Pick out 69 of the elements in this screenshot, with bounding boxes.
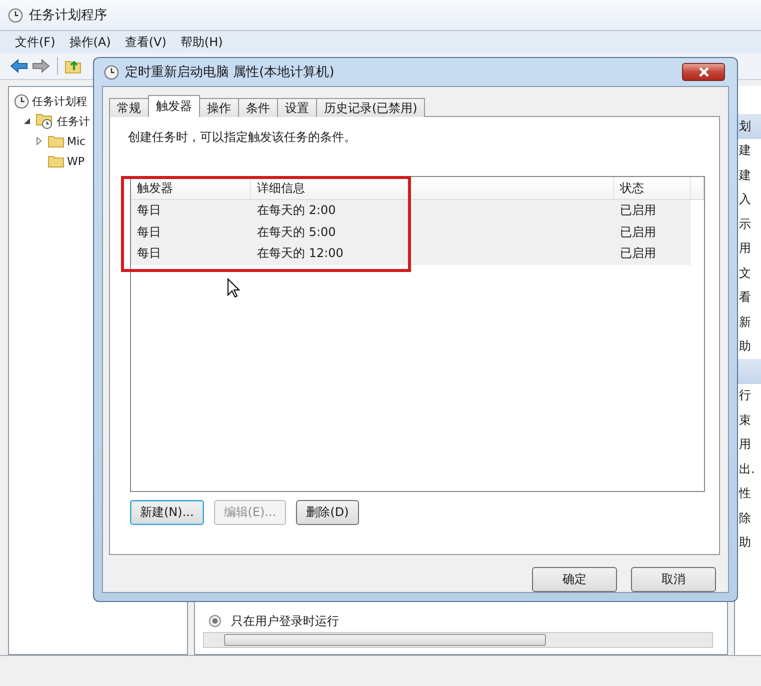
table-cell: 在每天的 5:00 [257, 224, 336, 241]
table-cell: 已启用 [620, 202, 656, 220]
radio-button[interactable] [209, 615, 221, 627]
cursor-icon [227, 278, 240, 298]
clock-folder-icon [36, 113, 54, 129]
tab[interactable]: 操作 [199, 98, 239, 117]
action-item[interactable]: 助 [739, 338, 751, 356]
table-cell: 已启用 [620, 224, 656, 241]
menu-item[interactable]: 操作(A) [64, 32, 116, 52]
menu-item[interactable]: 查看(V) [120, 32, 172, 52]
trigger-row[interactable]: 每日 在每天的 5:00 已启用 [131, 222, 691, 243]
radio-label: 只在用户登录时运行 [231, 612, 339, 630]
tab[interactable]: 常规 [109, 98, 149, 117]
menu-item[interactable]: 文件(F) [10, 32, 60, 52]
folder-up-icon[interactable] [65, 58, 83, 74]
column-header[interactable]: 详细信息 [257, 180, 305, 196]
tree-item[interactable]: 任务计 [57, 114, 90, 128]
dialog-icon [104, 64, 119, 80]
action-item[interactable]: 示 [739, 216, 751, 233]
tab[interactable]: 历史记录(已禁用) [316, 98, 426, 117]
app-icon [8, 8, 23, 22]
table-cell: 每日 [137, 224, 161, 241]
tree-item[interactable]: 任务计划程 [32, 94, 87, 108]
trigger-row[interactable]: 每日 在每天的 2:00 已启用 [131, 200, 691, 222]
close-icon [698, 67, 710, 77]
folder-icon [48, 154, 64, 168]
action-item[interactable]: 行 [739, 387, 751, 404]
column-header[interactable]: 状态 [620, 180, 644, 196]
tree-item[interactable]: WP [67, 154, 85, 168]
action-item[interactable]: 用 [739, 240, 751, 258]
tree-item[interactable]: Mic [67, 134, 86, 148]
dialog-button[interactable]: 取消 [631, 567, 716, 592]
menu-item[interactable]: 帮助(H) [175, 32, 228, 52]
section-header: 划 [739, 118, 751, 135]
action-item[interactable]: 入 [739, 191, 751, 208]
list-button[interactable]: 删除(D) [296, 500, 359, 525]
table-cell: 每日 [137, 202, 161, 220]
action-item[interactable]: 用 [739, 436, 751, 454]
table-cell: 在每天的 12:00 [257, 245, 344, 262]
table-cell: 每日 [137, 245, 161, 262]
list-button[interactable]: 新建(N)... [130, 500, 204, 525]
table-cell: 在每天的 2:00 [257, 202, 336, 220]
forward-icon[interactable] [32, 59, 50, 73]
table-cell: 已启用 [620, 245, 656, 262]
tab[interactable]: 条件 [238, 98, 278, 117]
tab[interactable]: 触发器 [148, 95, 200, 117]
action-item[interactable]: 看 [739, 289, 751, 306]
horizontal-scrollbar[interactable] [203, 632, 713, 648]
action-item[interactable]: 出. [739, 460, 755, 478]
clock-icon [14, 94, 29, 108]
action-item[interactable]: 束 [739, 412, 751, 429]
tab[interactable]: 设置 [277, 98, 317, 117]
close-button[interactable] [682, 63, 725, 81]
description-text: 创建任务时，可以指定触发该任务的条件。 [128, 129, 357, 146]
action-item[interactable]: 助 [739, 534, 751, 552]
dialog-button[interactable]: 确定 [532, 567, 617, 592]
back-icon[interactable] [10, 59, 28, 73]
action-item[interactable]: 建 [739, 142, 751, 160]
dialog-title: 定时重新启动电脑 属性(本地计算机) [125, 64, 334, 81]
action-item[interactable]: 建 [739, 166, 751, 184]
expander-icon[interactable] [23, 117, 31, 125]
trigger-row[interactable]: 每日 在每天的 12:00 已启用 [131, 243, 691, 264]
folder-icon [48, 134, 64, 148]
action-item[interactable]: 新 [739, 314, 751, 331]
column-header[interactable]: 触发器 [137, 180, 173, 196]
window-title: 任务计划程序 [29, 7, 107, 24]
action-item[interactable]: 文 [739, 264, 751, 282]
action-item[interactable]: 性 [739, 485, 751, 502]
action-item[interactable]: 除 [739, 510, 751, 527]
